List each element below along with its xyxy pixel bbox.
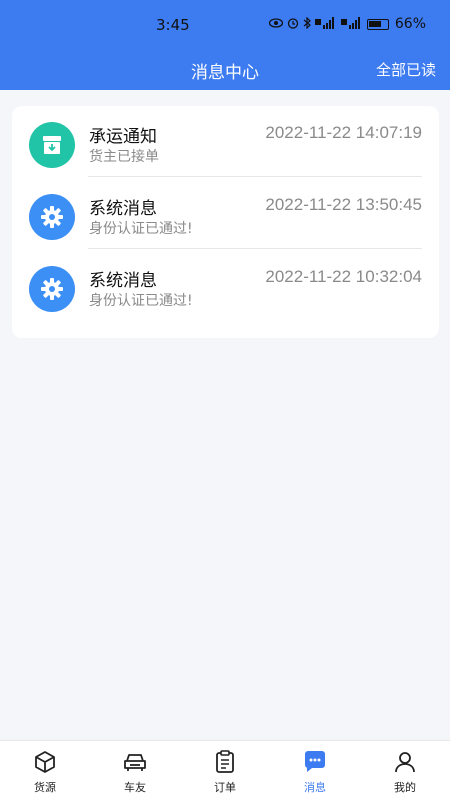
archive-icon <box>29 122 75 168</box>
message-list: 承运通知 货主已接单 2022-11-22 14:07:19 系统消息 身份认证… <box>12 106 439 338</box>
tab-label: 车友 <box>124 781 146 794</box>
signal-icon-2 <box>340 16 363 32</box>
alarm-icon <box>287 17 299 32</box>
battery-level: 66% <box>394 16 426 32</box>
tab-label: 我的 <box>394 781 416 794</box>
cube-icon <box>32 749 58 775</box>
message-title: 系统消息 <box>89 271 157 291</box>
message-title: 承运通知 <box>89 127 157 147</box>
gear-icon <box>29 266 75 312</box>
message-subtitle: 身份认证已通过! <box>89 293 193 309</box>
eye-icon <box>268 17 284 31</box>
tab-messages[interactable]: 消息 <box>270 741 360 800</box>
tab-orders[interactable]: 订单 <box>180 741 270 800</box>
tab-mine[interactable]: 我的 <box>360 741 450 800</box>
divider <box>88 248 422 249</box>
car-icon <box>122 749 148 775</box>
divider <box>88 176 422 177</box>
message-subtitle: 货主已接单 <box>89 149 159 165</box>
header: 3:45 66% 消息中心 全部已读 <box>0 0 450 90</box>
clipboard-icon <box>212 749 238 775</box>
message-time: 2022-11-22 14:07:19 <box>265 123 422 142</box>
tab-goods[interactable]: 货源 <box>0 741 90 800</box>
message-subtitle: 身份认证已通过! <box>89 221 193 237</box>
status-bar: 3:45 66% <box>0 0 450 52</box>
message-item[interactable]: 系统消息 身份认证已通过! 2022-11-22 10:32:04 <box>12 250 439 322</box>
message-title: 系统消息 <box>89 199 157 219</box>
status-time: 3:45 <box>156 16 190 34</box>
battery-icon <box>366 18 389 30</box>
bottom-tab-bar: 货源 车友 订单 消息 我的 <box>0 740 450 800</box>
tab-label: 消息 <box>304 781 326 794</box>
tab-label: 订单 <box>214 781 236 794</box>
chat-icon <box>302 749 328 775</box>
message-time: 2022-11-22 13:50:45 <box>265 195 422 214</box>
bluetooth-icon <box>303 16 311 32</box>
signal-icon <box>314 16 337 32</box>
message-item[interactable]: 承运通知 货主已接单 2022-11-22 14:07:19 <box>12 106 439 178</box>
gear-icon <box>29 194 75 240</box>
user-icon <box>392 749 418 775</box>
status-icons: 66% <box>268 16 426 32</box>
message-item[interactable]: 系统消息 身份认证已通过! 2022-11-22 13:50:45 <box>12 178 439 250</box>
tab-label: 货源 <box>34 781 56 794</box>
tab-car-friends[interactable]: 车友 <box>90 741 180 800</box>
mark-all-read-button[interactable]: 全部已读 <box>376 59 436 80</box>
message-time: 2022-11-22 10:32:04 <box>265 267 422 286</box>
